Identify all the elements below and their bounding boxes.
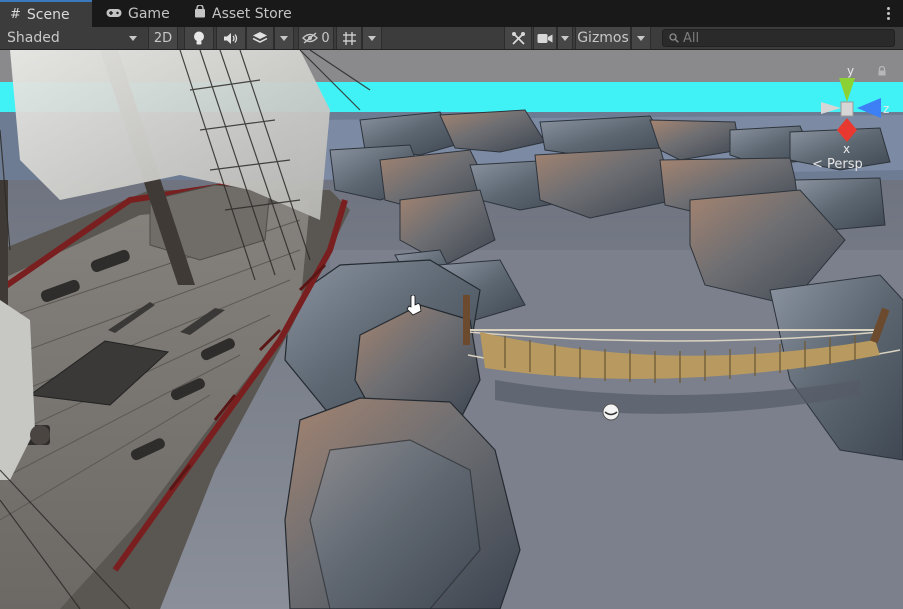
gizmo-y-arrow	[839, 78, 855, 102]
toggle-2d-button[interactable]: 2D	[148, 27, 178, 49]
more-options-icon[interactable]	[887, 5, 891, 22]
effects-toggle-button[interactable]	[246, 27, 274, 49]
grid-dropdown[interactable]	[362, 27, 382, 49]
chevron-down-icon	[637, 35, 645, 41]
tab-game-label: Game	[128, 5, 170, 22]
camera-settings-dropdown[interactable]	[557, 27, 573, 49]
gizmo-axis-z-label: z	[883, 102, 889, 116]
search-placeholder: All	[683, 30, 700, 46]
effects-dropdown[interactable]	[274, 27, 294, 49]
gizmo-center-cube	[840, 101, 854, 117]
shading-mode-value: Shaded	[7, 30, 60, 46]
eye-slash-icon	[302, 32, 319, 44]
scene-view-window: # Scene Game Asset Store Shaded 2D 0 Giz…	[0, 0, 903, 609]
audio-toggle-button[interactable]	[216, 27, 246, 49]
hash-icon: #	[10, 7, 21, 22]
search-field[interactable]: All	[662, 29, 895, 47]
toggle-2d-label: 2D	[153, 30, 173, 46]
grid-toggle-button[interactable]	[336, 27, 362, 49]
gizmo-z-arrow	[857, 98, 881, 118]
chevron-left-icon: <	[812, 157, 828, 172]
lighting-toggle-button[interactable]	[184, 27, 214, 49]
tab-asset-store[interactable]: Asset Store	[184, 0, 312, 27]
grid-icon	[342, 31, 356, 45]
gizmos-label: Gizmos	[577, 30, 629, 46]
hidden-objects-toggle[interactable]: 0	[298, 27, 334, 49]
camera-settings-button[interactable]	[533, 27, 557, 49]
tools-icon	[511, 31, 525, 45]
tab-game[interactable]: Game	[96, 0, 184, 27]
tab-asset-store-label: Asset Store	[212, 5, 292, 22]
shopping-bag-icon	[194, 4, 206, 22]
hand-cursor-icon	[406, 295, 422, 316]
projection-toggle[interactable]: < Persp	[812, 157, 863, 172]
tab-scene-label: Scene	[26, 6, 70, 23]
gizmo-axis-x-label: x	[843, 142, 850, 156]
gizmos-dropdown[interactable]	[631, 27, 651, 49]
shading-mode-dropdown[interactable]: Shaded	[0, 27, 145, 49]
gizmo-neg-x-arrow	[821, 102, 841, 114]
tab-scene[interactable]: # Scene	[0, 0, 92, 27]
projection-label: Persp	[827, 157, 863, 172]
scene-viewport[interactable]: y z x < Persp	[0, 50, 903, 609]
gizmo-axis-y-label: y	[847, 64, 854, 78]
chevron-down-icon	[368, 35, 376, 41]
search-icon	[669, 33, 679, 43]
tab-bar: # Scene Game Asset Store	[0, 0, 903, 28]
scene-render	[0, 50, 903, 609]
scene-toolbar: Shaded 2D 0 Gizmos All	[0, 27, 903, 50]
chevron-down-icon	[280, 35, 288, 41]
gizmos-button[interactable]: Gizmos	[575, 27, 631, 49]
gamepad-icon	[106, 6, 122, 22]
light-bulb-icon	[194, 31, 204, 44]
chevron-down-icon	[129, 35, 137, 41]
camera-gizmo-icon[interactable]	[602, 403, 620, 421]
layers-icon	[252, 32, 268, 43]
speaker-icon	[224, 32, 238, 44]
chevron-down-icon	[561, 35, 569, 41]
tools-toggle-button[interactable]	[504, 27, 532, 49]
gizmo-x-arrow	[837, 118, 857, 142]
hidden-count: 0	[321, 30, 330, 46]
video-camera-icon	[537, 33, 553, 43]
